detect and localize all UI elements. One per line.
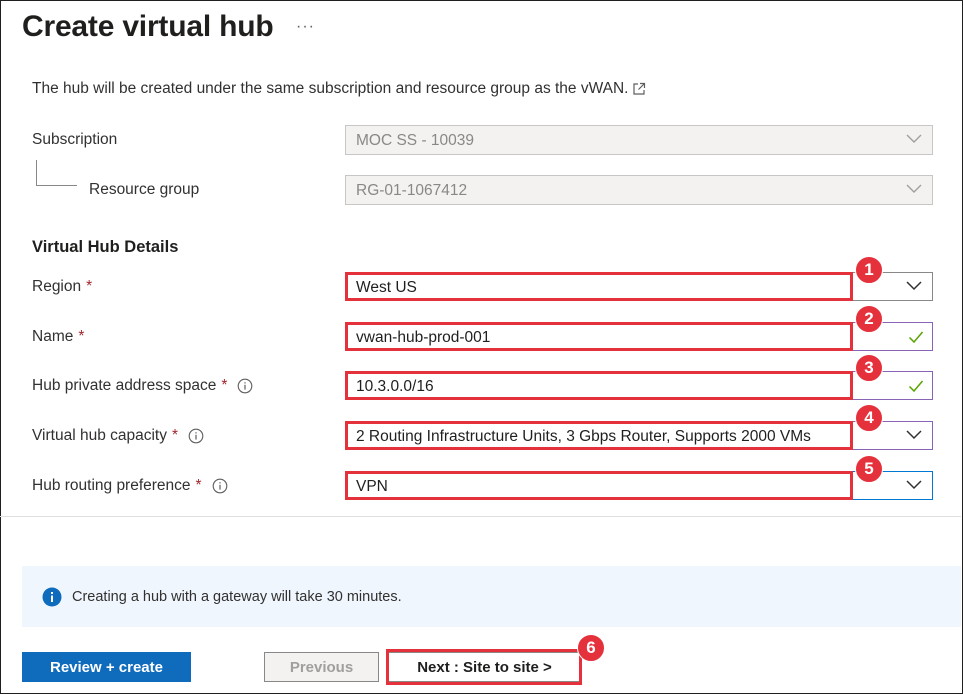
chevron-down-icon [906,184,922,194]
info-icon[interactable] [237,378,253,394]
capacity-label-text: Virtual hub capacity [32,427,167,444]
capacity-label: Virtual hub capacity * [32,427,204,445]
section-title: Virtual Hub Details [32,238,179,256]
info-banner: Creating a hub with a gateway will take … [22,566,961,627]
external-link-icon[interactable] [632,82,646,96]
highlight-box-routing-preference [345,471,853,500]
name-label: Name * [32,328,84,346]
name-label-text: Name [32,328,74,345]
required-marker: * [86,278,93,295]
tree-connector [36,160,77,186]
required-marker: * [221,377,228,394]
info-banner-text: Creating a hub with a gateway will take … [72,588,402,605]
divider [0,516,961,517]
region-label-text: Region [32,278,82,295]
step-badge-3: 3 [855,354,883,382]
resource-group-value: RG-01-1067412 [356,182,468,199]
required-marker: * [172,427,179,444]
subscription-value: MOC SS - 10039 [356,132,475,149]
page-title: Create virtual hub [22,10,274,43]
step-badge-4: 4 [855,404,883,432]
highlight-box-region [345,272,853,301]
intro-label: The hub will be created under the same s… [32,80,629,97]
routing-preference-label: Hub routing preference * [32,477,228,495]
chevron-down-icon [906,430,922,440]
info-icon [42,587,62,607]
chevron-down-icon [906,480,922,490]
step-badge-2: 2 [855,305,883,333]
required-marker: * [78,328,85,345]
subscription-label: Subscription [32,131,118,148]
more-options-button[interactable]: ··· [296,18,315,36]
resource-group-label: Resource group [89,181,200,198]
highlight-box-name [345,322,853,351]
intro-text: The hub will be created under the same s… [32,80,646,98]
highlight-box-next [386,649,582,685]
step-badge-6: 6 [577,634,605,662]
subscription-select: MOC SS - 10039 [345,125,933,155]
info-icon[interactable] [212,478,228,494]
chevron-down-icon [906,281,922,291]
address-space-label-text: Hub private address space [32,377,217,394]
checkmark-icon [908,330,924,344]
highlight-box-capacity [345,421,853,450]
routing-preference-label-text: Hub routing preference [32,477,191,494]
region-label: Region * [32,278,92,296]
step-badge-1: 1 [855,256,883,284]
info-icon[interactable] [188,428,204,444]
chevron-down-icon [906,134,922,144]
required-marker: * [195,477,202,494]
previous-button[interactable]: Previous [264,652,379,682]
address-space-label: Hub private address space * [32,377,253,395]
review-create-button[interactable]: Review + create [22,652,191,682]
resource-group-select: RG-01-1067412 [345,175,933,205]
highlight-box-address-space [345,371,853,400]
step-badge-5: 5 [855,455,883,483]
checkmark-icon [908,379,924,393]
